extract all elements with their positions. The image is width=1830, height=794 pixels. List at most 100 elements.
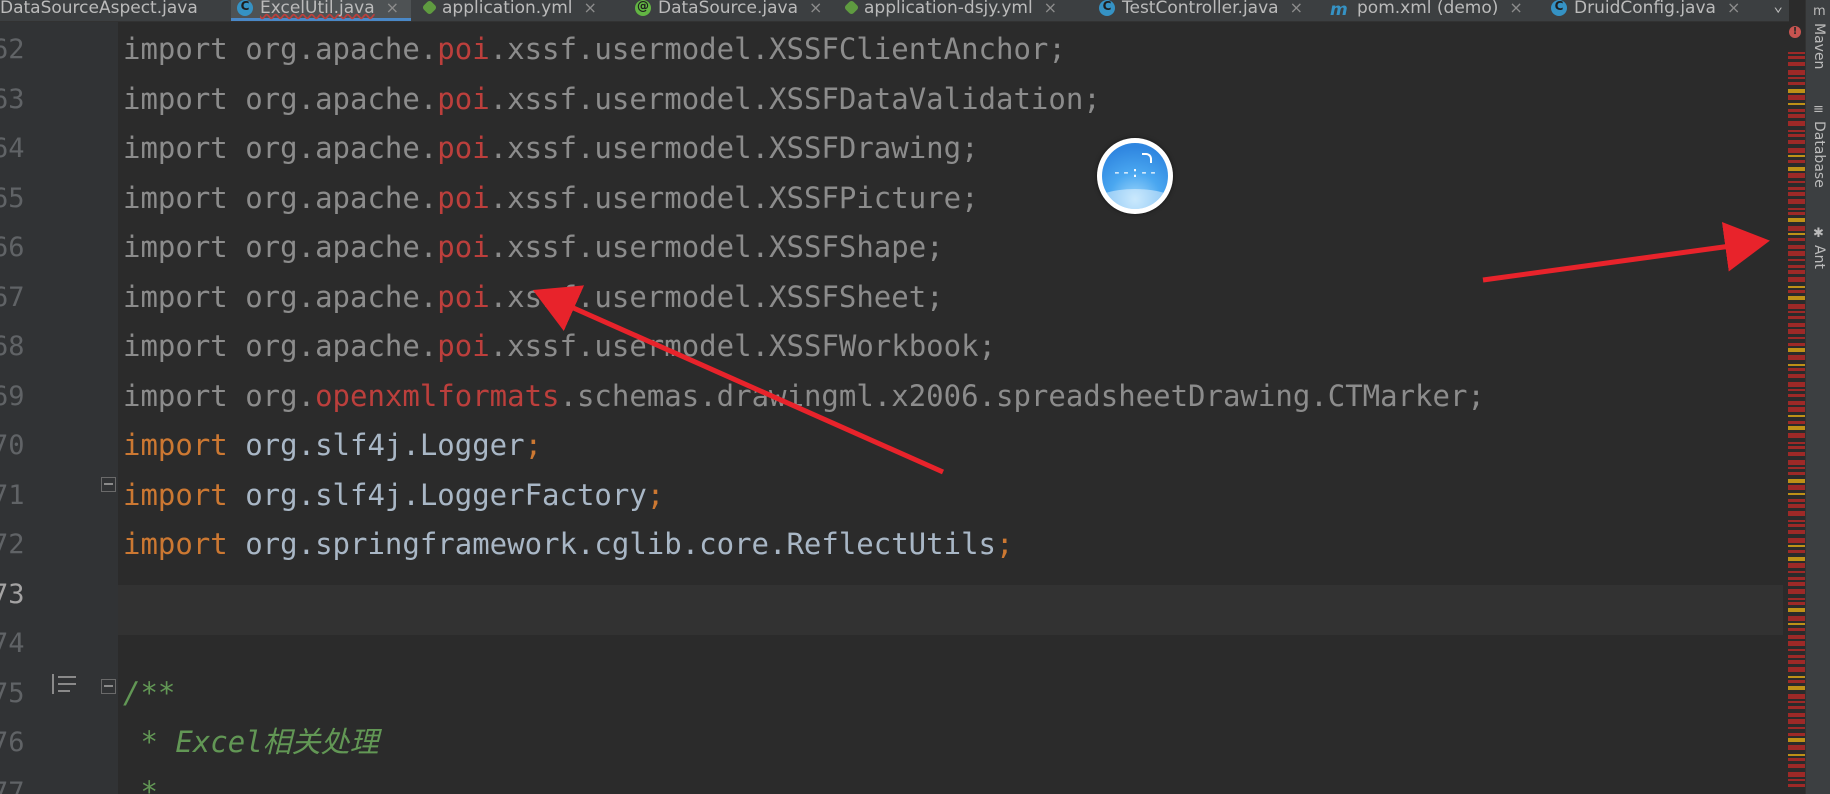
- error-stripe-mark[interactable]: [1788, 421, 1805, 424]
- error-stripe-mark[interactable]: [1788, 316, 1805, 319]
- error-stripe-mark[interactable]: [1788, 290, 1805, 293]
- code-line[interactable]: import org.slf4j.Logger;: [123, 421, 542, 470]
- error-stripe-mark[interactable]: [1788, 733, 1805, 736]
- error-stripe[interactable]: !: [1783, 22, 1805, 794]
- error-stripe-mark[interactable]: [1788, 415, 1805, 417]
- error-stripe-mark[interactable]: [1788, 764, 1805, 768]
- error-stripe-mark[interactable]: [1788, 277, 1805, 282]
- error-stripe-mark[interactable]: [1788, 660, 1805, 664]
- error-stripe-mark[interactable]: [1788, 329, 1805, 334]
- editor-tab[interactable]: application-dsjy.yml ×: [840, 0, 1080, 21]
- error-stripe-mark[interactable]: [1788, 364, 1805, 366]
- code-line[interactable]: import org.apache.poi.xssf.usermodel.XSS…: [123, 223, 944, 272]
- error-stripe-mark[interactable]: [1788, 452, 1805, 456]
- error-stripe-mark[interactable]: [1788, 296, 1805, 300]
- error-stripe-mark[interactable]: [1788, 676, 1805, 678]
- code-line[interactable]: import org.slf4j.LoggerFactory;: [123, 471, 664, 520]
- code-line[interactable]: import org.openxmlformats.schemas.drawin…: [123, 372, 1485, 421]
- error-stripe-mark[interactable]: [1788, 140, 1805, 144]
- error-stripe-mark[interactable]: [1788, 245, 1805, 249]
- error-stripe-mark[interactable]: [1788, 82, 1805, 85]
- error-stripe-mark[interactable]: [1788, 493, 1805, 495]
- error-stripe-mark[interactable]: [1788, 374, 1805, 378]
- error-stripe-mark[interactable]: [1788, 485, 1805, 490]
- error-stripe-mark[interactable]: [1788, 77, 1805, 79]
- close-tab-icon[interactable]: ×: [1727, 0, 1740, 17]
- error-stripe-mark[interactable]: [1788, 628, 1805, 631]
- error-stripe-mark[interactable]: [1788, 192, 1805, 196]
- code-line[interactable]: * Excel相关处理: [123, 718, 378, 767]
- error-stripe-mark[interactable]: [1788, 134, 1805, 137]
- error-stripe-mark[interactable]: [1788, 557, 1805, 561]
- error-stripe-mark[interactable]: [1788, 89, 1805, 93]
- error-stripe-mark[interactable]: [1788, 745, 1805, 750]
- error-stripe-mark[interactable]: [1788, 304, 1805, 309]
- error-stripe-mark[interactable]: [1788, 181, 1805, 183]
- error-stripe-mark[interactable]: [1788, 95, 1805, 100]
- error-stripe-mark[interactable]: [1788, 467, 1805, 469]
- error-stripe-mark[interactable]: [1788, 589, 1805, 594]
- error-stripe-mark[interactable]: [1788, 103, 1805, 105]
- error-stripe-mark[interactable]: [1788, 382, 1805, 387]
- error-stripe-mark[interactable]: [1788, 623, 1805, 625]
- error-stripe-mark[interactable]: [1788, 460, 1805, 465]
- error-stripe-mark[interactable]: [1788, 401, 1805, 405]
- close-tab-icon[interactable]: ×: [1290, 0, 1303, 17]
- error-stripe-mark[interactable]: [1788, 608, 1805, 612]
- code-line[interactable]: /**: [123, 669, 175, 718]
- fold-marker-icon[interactable]: [101, 679, 116, 694]
- close-tab-icon[interactable]: ×: [1509, 0, 1522, 17]
- editor-tab[interactable]: m pom.xml (demo) ×: [1324, 0, 1529, 21]
- error-stripe-mark[interactable]: [1788, 389, 1805, 391]
- error-stripe-mark[interactable]: [1788, 187, 1805, 190]
- code-line[interactable]: import org.apache.poi.xssf.usermodel.XSS…: [123, 75, 1101, 124]
- error-stripe-mark[interactable]: [1788, 571, 1805, 573]
- error-stripe-mark[interactable]: [1788, 130, 1805, 132]
- error-stripe-mark[interactable]: [1788, 56, 1805, 59]
- error-stripe-mark[interactable]: [1788, 265, 1805, 268]
- error-stripe-mark[interactable]: [1788, 226, 1805, 231]
- code-editor[interactable]: import org.apache.poi.xssf.usermodel.XSS…: [118, 22, 1783, 794]
- error-stripe-mark[interactable]: [1788, 577, 1805, 580]
- close-tab-icon[interactable]: ×: [386, 0, 399, 17]
- error-stripe-mark[interactable]: [1788, 545, 1805, 547]
- error-stripe-mark[interactable]: [1788, 442, 1805, 444]
- error-stripe-mark[interactable]: [1788, 433, 1805, 438]
- error-stripe-mark[interactable]: [1788, 348, 1805, 352]
- error-stripe-mark[interactable]: [1788, 706, 1805, 709]
- tool-window-maven[interactable]: m Maven: [1808, 5, 1830, 69]
- error-stripe-mark[interactable]: [1788, 738, 1805, 742]
- error-stripe-mark[interactable]: [1788, 148, 1805, 153]
- tool-window-database[interactable]: ≡ Database: [1808, 103, 1830, 188]
- error-stripe-mark[interactable]: [1788, 270, 1805, 274]
- error-status-icon[interactable]: !: [1789, 26, 1801, 38]
- editor-tab[interactable]: DataSource.java ×: [629, 0, 829, 21]
- error-stripe-mark[interactable]: [1788, 155, 1805, 157]
- error-stripe-mark[interactable]: [1788, 311, 1805, 313]
- error-stripe-mark[interactable]: [1788, 499, 1805, 502]
- editor-tab[interactable]: application.yml ×: [418, 0, 618, 21]
- error-stripe-mark[interactable]: [1788, 530, 1805, 534]
- error-stripe-mark[interactable]: [1788, 52, 1805, 54]
- editor-tab[interactable]: DruidConfig.java ×: [1545, 0, 1755, 21]
- error-stripe-mark[interactable]: [1788, 368, 1805, 371]
- code-line[interactable]: *: [123, 768, 157, 794]
- error-stripe-mark[interactable]: [1788, 680, 1805, 683]
- error-stripe-mark[interactable]: [1788, 426, 1805, 430]
- error-stripe-mark[interactable]: [1788, 504, 1805, 508]
- tab-overflow-button[interactable]: ⌄: [1773, 0, 1783, 15]
- error-stripe-mark[interactable]: [1788, 758, 1805, 761]
- error-stripe-mark[interactable]: [1788, 212, 1805, 215]
- code-line[interactable]: import org.apache.poi.xssf.usermodel.XSS…: [123, 273, 944, 322]
- error-stripe-mark[interactable]: [1788, 713, 1805, 717]
- error-stripe-mark[interactable]: [1788, 208, 1805, 210]
- error-stripe-mark[interactable]: [1788, 446, 1805, 449]
- code-line[interactable]: import org.springframework.cglib.core.Re…: [123, 520, 1013, 569]
- error-stripe-mark[interactable]: [1788, 286, 1805, 288]
- error-stripe-mark[interactable]: [1788, 598, 1805, 600]
- error-stripe-mark[interactable]: [1788, 355, 1805, 360]
- code-line[interactable]: import org.apache.poi.xssf.usermodel.XSS…: [123, 322, 996, 371]
- error-stripe-mark[interactable]: [1788, 114, 1805, 118]
- error-stripe-mark[interactable]: [1788, 472, 1805, 475]
- error-stripe-mark[interactable]: [1788, 635, 1805, 639]
